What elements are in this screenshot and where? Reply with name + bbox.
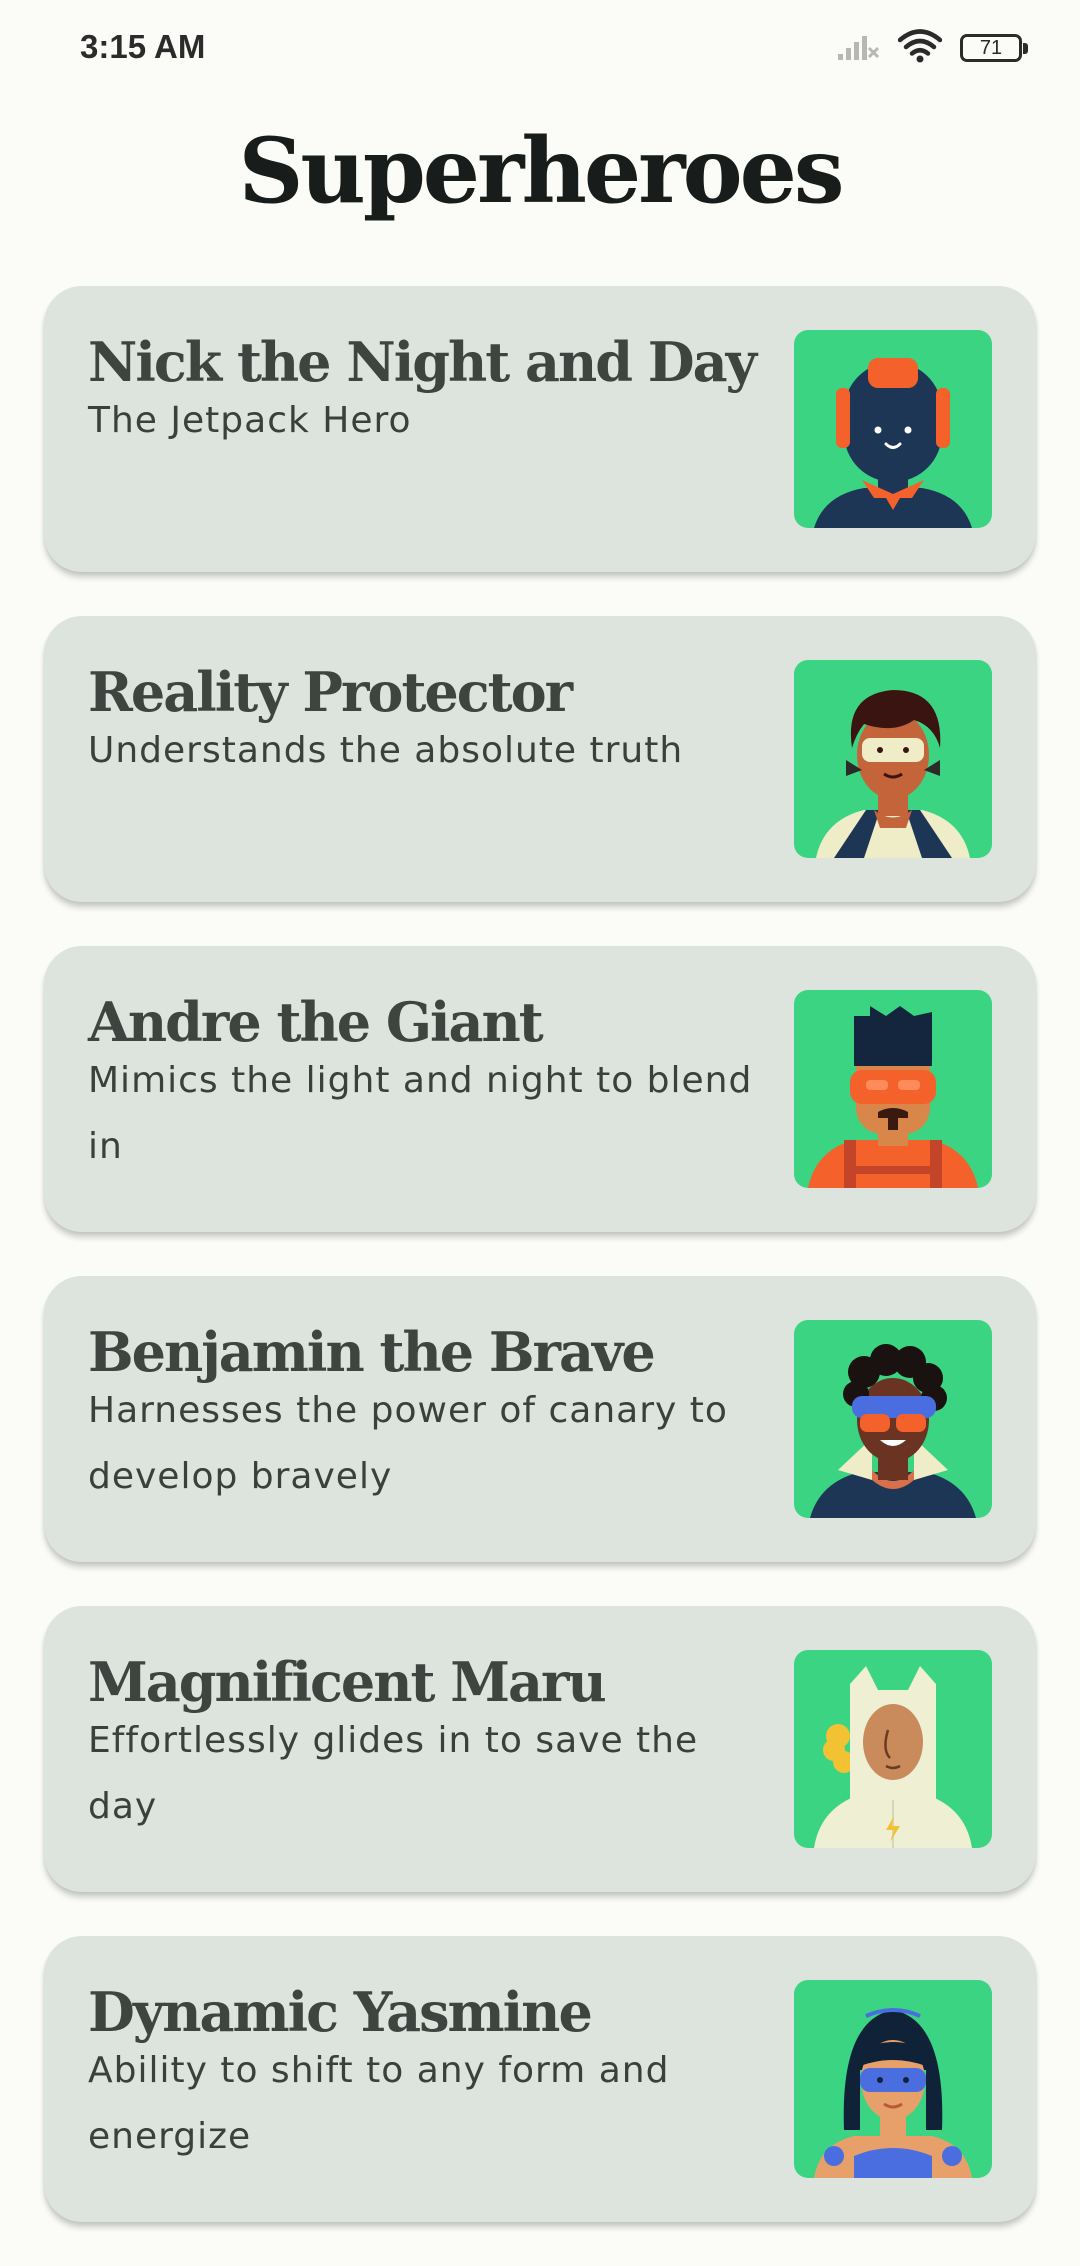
hero-card[interactable]: Dynamic Yasmine Ability to shift to any … [44, 1936, 1036, 2222]
hero-name: Reality Protector [88, 660, 573, 724]
masked-hero-avatar [794, 660, 992, 858]
wifi-icon [897, 29, 943, 67]
hero-card[interactable]: Nick the Night and Day The Jetpack Hero [44, 286, 1036, 572]
hero-text: Reality Protector Understands the absolu… [88, 660, 768, 784]
maru-hero-avatar [794, 1650, 992, 1848]
hero-description: Ability to shift to any form and energiz… [88, 2050, 670, 2157]
hero-text: Dynamic Yasmine Ability to shift to any … [88, 1980, 768, 2170]
hero-text: Benjamin the Brave Harnesses the power o… [88, 1320, 768, 1510]
hero-description: Mimics the light and night to blend in [88, 1060, 753, 1167]
hero-name: Andre the Giant [88, 990, 544, 1054]
hero-description: The Jetpack Hero [88, 400, 412, 441]
robot-hero-avatar [794, 330, 992, 528]
status-time: 3:15 AM [80, 28, 206, 65]
page-title: Superheroes [238, 118, 844, 224]
hero-description: Harnesses the power of canary to develop… [88, 1390, 728, 1497]
giant-hero-avatar [794, 990, 992, 1188]
hero-card[interactable]: Magnificent Maru Effortlessly glides in … [44, 1606, 1036, 1892]
status-icons: 71 [836, 28, 1028, 68]
hero-description: Understands the absolute truth [88, 730, 684, 771]
hero-card[interactable]: Andre the Giant Mimics the light and nig… [44, 946, 1036, 1232]
signal-icon [836, 30, 880, 66]
hero-name: Nick the Night and Day [88, 330, 757, 394]
hero-name: Dynamic Yasmine [88, 1980, 593, 2044]
hero-text: Nick the Night and Day The Jetpack Hero [88, 330, 768, 454]
hero-text: Andre the Giant Mimics the light and nig… [88, 990, 768, 1180]
brave-hero-avatar [794, 1320, 992, 1518]
hero-name: Magnificent Maru [88, 1650, 607, 1714]
hero-text: Magnificent Maru Effortlessly glides in … [88, 1650, 768, 1840]
hero-description: Effortlessly glides in to save the day [88, 1720, 699, 1827]
battery-icon: 71 [960, 34, 1028, 62]
yasmine-hero-avatar [794, 1980, 992, 2178]
hero-card[interactable]: Benjamin the Brave Harnesses the power o… [44, 1276, 1036, 1562]
status-bar: 3:15 AM 71 [0, 0, 1080, 96]
hero-list: Nick the Night and Day The Jetpack Hero [44, 286, 1036, 2266]
hero-card[interactable]: Reality Protector Understands the absolu… [44, 616, 1036, 902]
hero-name: Benjamin the Brave [88, 1320, 656, 1384]
